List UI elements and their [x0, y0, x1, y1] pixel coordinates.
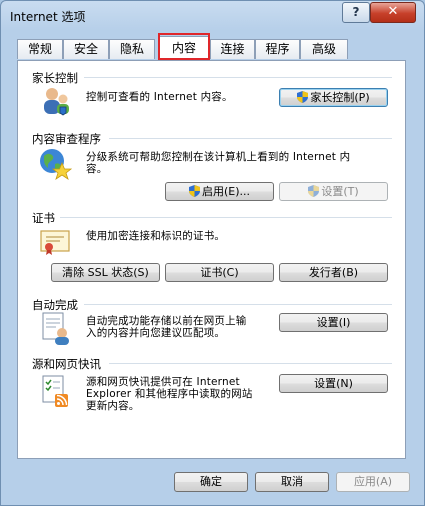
feeds-description-line3: 更新内容。: [86, 400, 140, 412]
tab-content[interactable]: 内容: [158, 36, 210, 60]
autocomplete-description-line2: 入的内容并向您建议匹配项。: [86, 327, 226, 339]
parental-controls-button[interactable]: 家长控制(P): [279, 88, 388, 107]
apply-button[interactable]: 应用(A): [336, 472, 410, 492]
parental-controls-description: 控制可查看的 Internet 内容。: [86, 91, 233, 103]
content-advisor-description-line1: 分级系统可帮助您控制在该计算机上看到的 Internet 内: [86, 151, 351, 163]
title-bar[interactable]: Internet 选项 ? ✕: [1, 1, 424, 31]
enable-content-advisor-button[interactable]: 启用(E)...: [165, 182, 274, 201]
certificates-button[interactable]: 证书(C): [165, 263, 274, 282]
certificate-icon: [40, 230, 70, 255]
autocomplete-settings-button[interactable]: 设置(I): [279, 313, 388, 332]
divider: [84, 77, 392, 78]
window-title: Internet 选项: [10, 10, 86, 24]
help-button[interactable]: ?: [342, 2, 370, 23]
tab-general[interactable]: 常规: [17, 39, 63, 59]
content-advisor-header: 内容审查程序: [32, 132, 101, 146]
close-button[interactable]: ✕: [370, 2, 416, 23]
autocomplete-icon: [42, 312, 69, 345]
divider: [109, 363, 392, 364]
feeds-settings-button[interactable]: 设置(N): [279, 374, 388, 393]
parental-controls-button-label: 家长控制(P): [310, 91, 370, 104]
divider: [109, 138, 392, 139]
content-tab-panel: 家长控制 控制可查看的 Internet 内容。 家长控制(P) 内容审查程序 …: [17, 60, 406, 459]
advisor-settings-button-label: 设置(T): [321, 185, 359, 198]
internet-options-window: Internet 选项 ? ✕ 常规 安全 隐私 内容 连接 程序 高级 家长控…: [0, 0, 425, 506]
feeds-description-line1: 源和网页快讯提供可在 Internet: [86, 376, 240, 388]
tab-advanced[interactable]: 高级: [300, 39, 348, 59]
tab-security[interactable]: 安全: [63, 39, 109, 59]
feeds-header: 源和网页快讯: [32, 357, 101, 371]
certificates-description: 使用加密连接和标识的证书。: [86, 230, 226, 242]
content-advisor-icon: [40, 149, 72, 180]
uac-shield-icon: [188, 185, 200, 197]
parental-controls-header: 家长控制: [32, 71, 78, 85]
clear-ssl-state-button[interactable]: 清除 SSL 状态(S): [51, 263, 160, 282]
certificates-header: 证书: [32, 211, 55, 225]
content-advisor-settings-button[interactable]: 设置(T): [279, 182, 388, 201]
feeds-description-line2: Explorer 和其他程序中读取的网站: [86, 388, 253, 400]
ok-button[interactable]: 确定: [174, 472, 248, 492]
parental-controls-icon: [44, 88, 69, 116]
uac-shield-icon: [297, 91, 309, 103]
tab-programs[interactable]: 程序: [255, 39, 300, 59]
feeds-icon: [42, 375, 68, 407]
tab-connections[interactable]: 连接: [210, 39, 255, 59]
content-advisor-description-line2: 容。: [86, 163, 108, 175]
tab-privacy[interactable]: 隐私: [109, 39, 155, 59]
autocomplete-description-line1: 自动完成功能存储以前在网页上输: [86, 315, 247, 327]
cancel-button[interactable]: 取消: [255, 472, 329, 492]
publishers-button[interactable]: 发行者(B): [279, 263, 388, 282]
divider: [84, 304, 392, 305]
divider: [60, 217, 392, 218]
uac-shield-icon: [308, 185, 320, 197]
enable-button-label: 启用(E)...: [201, 185, 251, 198]
